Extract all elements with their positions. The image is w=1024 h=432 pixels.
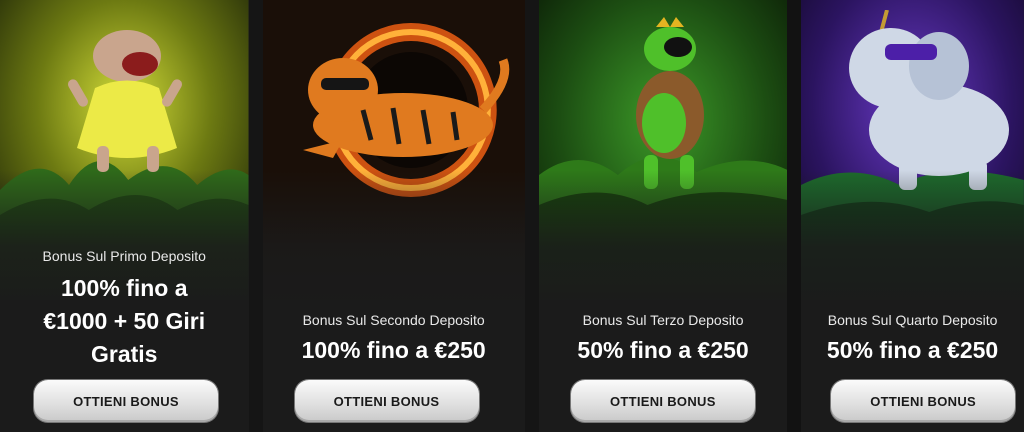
elephant-mascot-icon	[819, 9, 1019, 195]
get-bonus-button-fourth[interactable]: OTTIENI BONUS	[831, 380, 1016, 422]
bonus-headline: 100% fino a €1000 + 50 Giri Gratis	[43, 275, 206, 367]
bonus-subtitle: Bonus Sul Quarto Deposito	[827, 312, 998, 328]
tiger-mascot-icon	[283, 40, 513, 190]
hippo-mascot-icon	[55, 18, 195, 188]
bonus-card-first-deposit: Bonus Sul Primo Deposito 100% fino a €10…	[0, 0, 249, 432]
get-bonus-button-third[interactable]: OTTIENI BONUS	[570, 380, 755, 422]
bonus-headline: 50% fino a €250	[577, 337, 749, 363]
bonus-headline: 50% fino a €250	[826, 337, 999, 363]
bonus-subtitle: Bonus Sul Secondo Deposito	[302, 312, 485, 328]
turtle-mascot-icon	[614, 15, 724, 195]
bonus-card-fourth-deposit: Bonus Sul Quarto Deposito 50% fino a €25…	[801, 0, 1024, 432]
bonus-subtitle: Bonus Sul Primo Deposito	[42, 248, 206, 264]
get-bonus-button-second[interactable]: OTTIENI BONUS	[294, 380, 479, 422]
bonus-subtitle: Bonus Sul Terzo Deposito	[582, 312, 744, 328]
bonus-card-third-deposit: Bonus Sul Terzo Deposito 50% fino a €250…	[538, 0, 788, 432]
get-bonus-button-first[interactable]: OTTIENI BONUS	[34, 380, 218, 422]
bonus-cards-row: Bonus Sul Primo Deposito 100% fino a €10…	[0, 0, 1024, 432]
bonus-card-second-deposit: Bonus Sul Secondo Deposito 100% fino a €…	[262, 0, 525, 432]
bonus-headline: 100% fino a €250	[301, 337, 486, 363]
